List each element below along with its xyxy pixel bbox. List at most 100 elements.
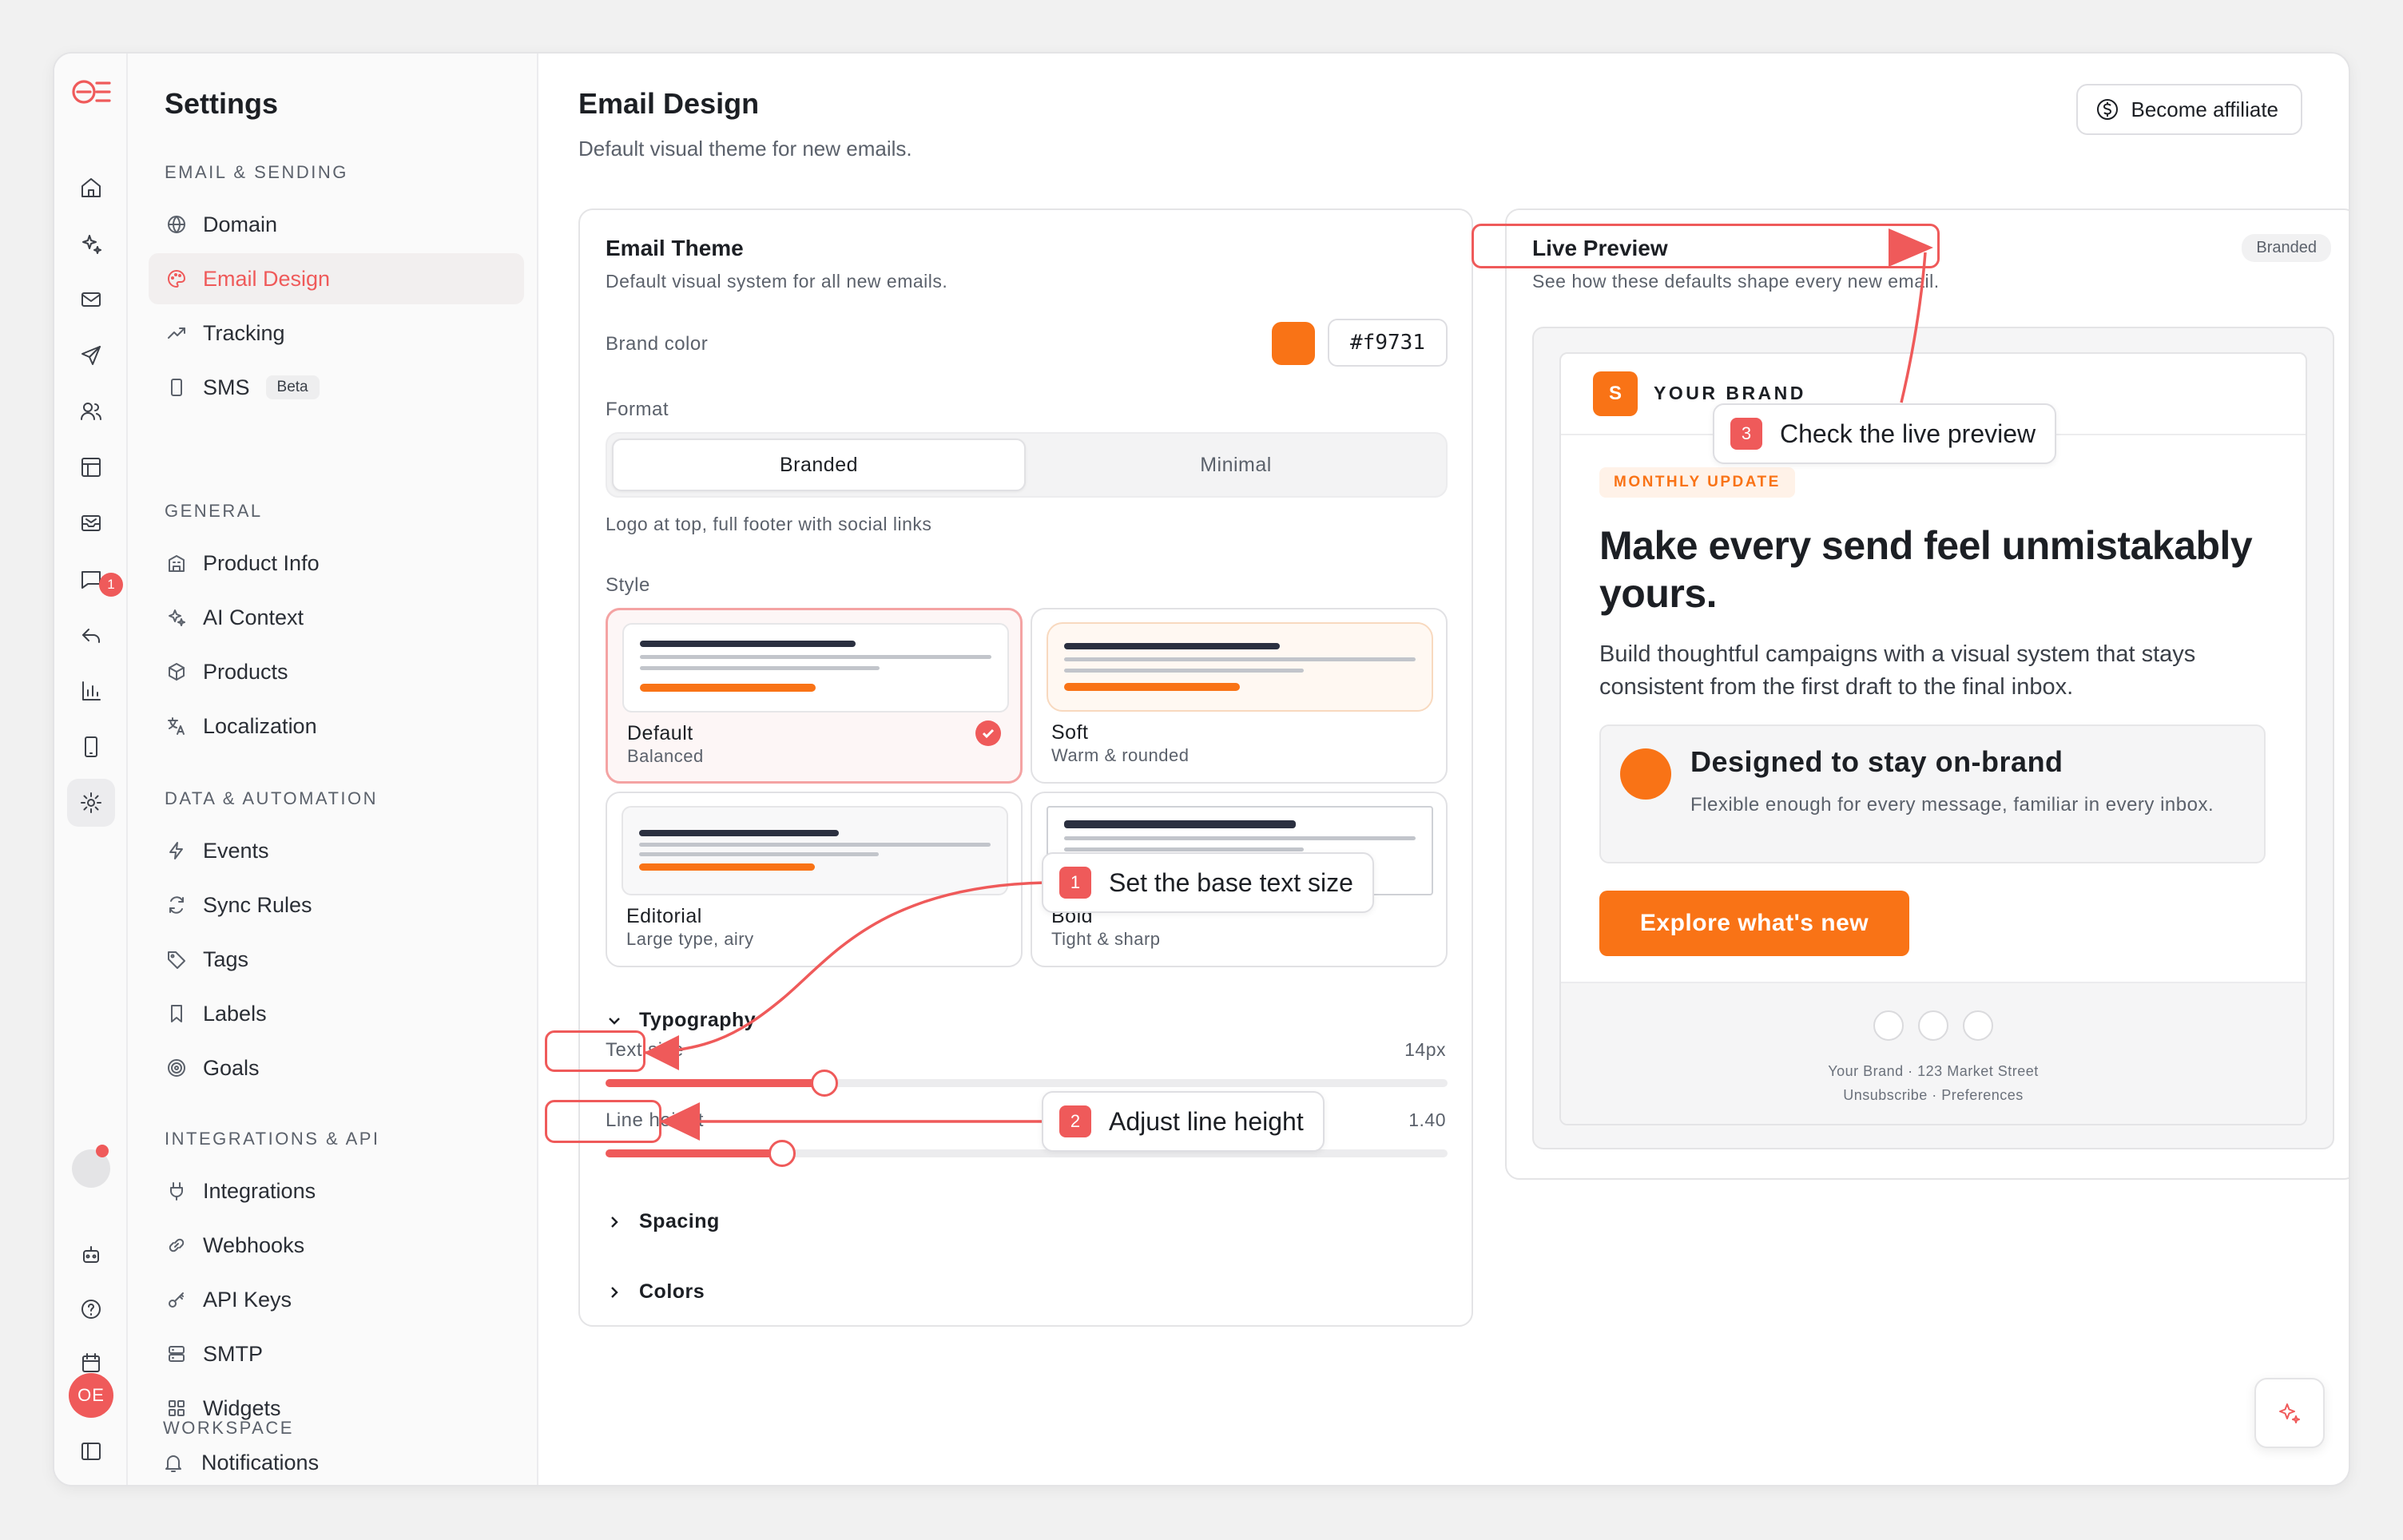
phone-icon: [165, 375, 189, 399]
mobile-icon[interactable]: [67, 723, 115, 771]
text-size-value: 14px: [1404, 1039, 1446, 1060]
sidebar-item-events[interactable]: Events: [149, 825, 524, 876]
colors-accordion[interactable]: Colors: [606, 1280, 705, 1304]
inbox-icon[interactable]: [67, 499, 115, 547]
social-icon: [1963, 1010, 1993, 1041]
icon-rail: 1 OE: [54, 54, 128, 1485]
refresh-icon: [165, 893, 189, 917]
annotation-highlight-line-height: [545, 1100, 661, 1143]
section-general: GENERAL: [165, 501, 263, 521]
format-option-branded[interactable]: Branded: [612, 439, 1026, 491]
settings-gear-icon[interactable]: [67, 779, 115, 827]
app-logo-icon[interactable]: [67, 68, 115, 116]
become-affiliate-button[interactable]: Become affiliate: [2076, 84, 2302, 135]
sidebar-item-tracking[interactable]: Tracking: [149, 308, 524, 359]
style-tile-default[interactable]: Default Balanced: [606, 608, 1023, 784]
format-badge: Branded: [2242, 234, 2331, 262]
section-email-sending: EMAIL & SENDING: [165, 162, 348, 182]
spacing-accordion[interactable]: Spacing: [606, 1210, 720, 1233]
translate-icon: [165, 714, 189, 738]
link-icon: [165, 1233, 189, 1257]
feature-description: Flexible enough for every message, famil…: [1690, 794, 2214, 816]
text-size-slider[interactable]: [606, 1070, 1448, 1097]
reply-icon[interactable]: [67, 611, 115, 659]
sidebar-item-api-keys[interactable]: API Keys: [149, 1274, 524, 1325]
bot-icon[interactable]: [67, 1231, 115, 1279]
sidebar-toggle-icon[interactable]: [67, 1427, 115, 1475]
brand-color-label: Brand color: [606, 333, 709, 355]
sparkles-icon: [2279, 1403, 2300, 1423]
text-size-slider-handle[interactable]: [811, 1070, 838, 1097]
sidebar-item-sync-rules[interactable]: Sync Rules: [149, 879, 524, 931]
feature-block: Designed to stay on-brand Flexible enoug…: [1599, 724, 2266, 863]
sidebar-item-notifications[interactable]: Notifications: [163, 1451, 319, 1475]
footer-address: Your Brand · 123 Market Street: [1828, 1063, 2039, 1079]
section-data-automation: DATA & AUTOMATION: [165, 788, 379, 808]
preview-subtitle: See how these defaults shape every new e…: [1532, 271, 1940, 292]
annotation-highlight-text-size: [545, 1030, 645, 1072]
sidebar-item-webhooks[interactable]: Webhooks: [149, 1220, 524, 1271]
mail-icon[interactable]: [67, 276, 115, 323]
notification-badge: 1: [99, 573, 123, 597]
ai-assistant-button[interactable]: [2254, 1378, 2325, 1448]
server-icon: [165, 1342, 189, 1366]
sidebar-item-integrations[interactable]: Integrations: [149, 1165, 524, 1217]
style-tile-editorial[interactable]: Editorial Large type, airy: [606, 792, 1023, 967]
sidebar-item-labels[interactable]: Labels: [149, 988, 524, 1039]
feature-dot-icon: [1620, 748, 1671, 800]
typography-accordion[interactable]: Typography: [606, 1009, 756, 1032]
app-window: 1 OE Settings EMAIL & SENDING Domain Ema…: [53, 52, 2350, 1486]
style-tile-soft[interactable]: Soft Warm & rounded: [1031, 608, 1448, 784]
help-icon[interactable]: [67, 1285, 115, 1333]
line-height-slider-handle[interactable]: [769, 1140, 796, 1167]
selected-check-icon: [975, 720, 1001, 746]
sidebar-item-products[interactable]: Products: [149, 646, 524, 697]
send-icon[interactable]: [67, 331, 115, 379]
chevron-down-icon: [609, 1017, 620, 1025]
sidebar-item-localization[interactable]: Localization: [149, 701, 524, 752]
sidebar-item-ai-context[interactable]: AI Context: [149, 592, 524, 643]
line-height-slider[interactable]: [606, 1140, 1448, 1167]
email-preview: S YOUR BRAND MONTHLY UPDATE Make every s…: [1559, 352, 2307, 1125]
email-body: Build thoughtful campaigns with a visual…: [1599, 641, 2196, 700]
lightning-icon: [165, 839, 189, 863]
page-title: Email Design: [578, 87, 760, 120]
sidebar-item-smtp[interactable]: SMTP: [149, 1328, 524, 1379]
layout-icon[interactable]: [67, 443, 115, 491]
users-icon[interactable]: [67, 387, 115, 435]
text-size-slider-fill: [606, 1079, 824, 1087]
building-icon: [165, 551, 189, 575]
chevron-right-icon: [611, 1286, 618, 1298]
email-headline: Make every send feel unmistakably yours.: [1599, 523, 2253, 616]
sidebar-item-domain[interactable]: Domain: [149, 199, 524, 250]
sidebar-item-email-design[interactable]: Email Design: [149, 253, 524, 304]
bell-icon: [165, 1455, 181, 1472]
tag-icon: [165, 947, 189, 971]
bar-chart-icon[interactable]: [67, 667, 115, 715]
sidebar-title: Settings: [165, 87, 279, 120]
sidebar-item-sms[interactable]: SMS Beta: [149, 362, 524, 413]
brand-color-swatch[interactable]: [1272, 322, 1315, 365]
package-icon: [165, 660, 189, 684]
brand-color-hex-input[interactable]: #f9731: [1328, 319, 1448, 367]
sidebar-item-product-info[interactable]: Product Info: [149, 538, 524, 589]
settings-sidebar: Settings EMAIL & SENDING Domain Email De…: [128, 54, 538, 1485]
user-avatar[interactable]: OE: [69, 1373, 113, 1418]
brand-name: YOUR BRAND: [1654, 383, 1806, 403]
cta-button: Explore what's new: [1599, 891, 1909, 956]
palette-icon: [165, 267, 189, 291]
trending-up-icon: [165, 321, 189, 345]
sidebar-item-tags[interactable]: Tags: [149, 934, 524, 985]
sidebar-item-goals[interactable]: Goals: [149, 1042, 524, 1093]
theme-title: Email Theme: [606, 236, 744, 260]
line-height-slider-fill: [606, 1149, 782, 1157]
target-icon: [165, 1056, 189, 1080]
home-icon[interactable]: [67, 164, 115, 212]
status-dot: [96, 1145, 109, 1157]
section-workspace-label: WORKSPACE: [163, 1418, 294, 1438]
style-thumbnail: [1047, 622, 1433, 712]
format-option-minimal[interactable]: Minimal: [1029, 439, 1443, 491]
email-theme-card: Email Theme Default visual system for al…: [578, 208, 1473, 1327]
sparkles-icon[interactable]: [67, 220, 115, 268]
social-icon: [1918, 1010, 1948, 1041]
